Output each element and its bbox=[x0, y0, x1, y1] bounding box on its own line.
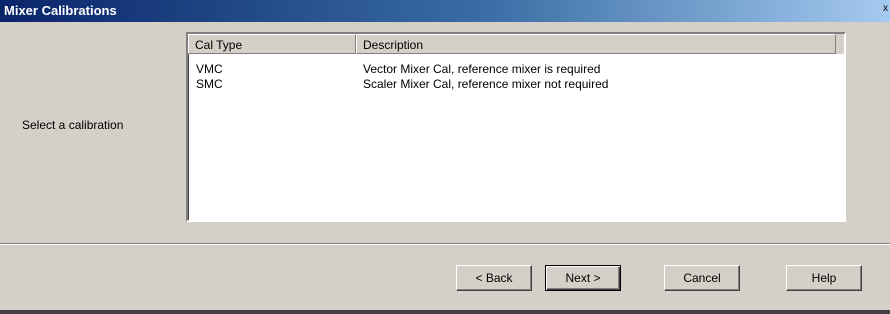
select-calibration-label: Select a calibration bbox=[22, 118, 124, 132]
window-title: Mixer Calibrations bbox=[4, 3, 117, 18]
back-button[interactable]: < Back bbox=[456, 265, 532, 291]
description-cell: Vector Mixer Cal, reference mixer is req… bbox=[363, 62, 601, 76]
column-header-description[interactable]: Description bbox=[356, 34, 836, 54]
list-item-smc[interactable]: SMC Scaler Mixer Cal, reference mixer no… bbox=[188, 77, 844, 92]
separator bbox=[0, 243, 890, 245]
help-button[interactable]: Help bbox=[786, 265, 862, 291]
title-bar: Mixer Calibrations x bbox=[0, 0, 890, 22]
calibration-list[interactable]: Cal Type Description VMC Vector Mixer Ca… bbox=[186, 32, 846, 222]
list-header: Cal Type Description bbox=[188, 34, 844, 54]
window-frame-bottom bbox=[0, 310, 890, 314]
next-button[interactable]: Next > bbox=[545, 265, 621, 291]
list-item-vmc[interactable]: VMC Vector Mixer Cal, reference mixer is… bbox=[188, 62, 844, 77]
close-icon[interactable]: x bbox=[883, 4, 888, 14]
description-cell: Scaler Mixer Cal, reference mixer not re… bbox=[363, 77, 609, 91]
cal-type-cell: VMC bbox=[196, 62, 223, 76]
column-header-cal-type[interactable]: Cal Type bbox=[188, 34, 356, 54]
cal-type-cell: SMC bbox=[196, 77, 223, 91]
cancel-button[interactable]: Cancel bbox=[664, 265, 740, 291]
